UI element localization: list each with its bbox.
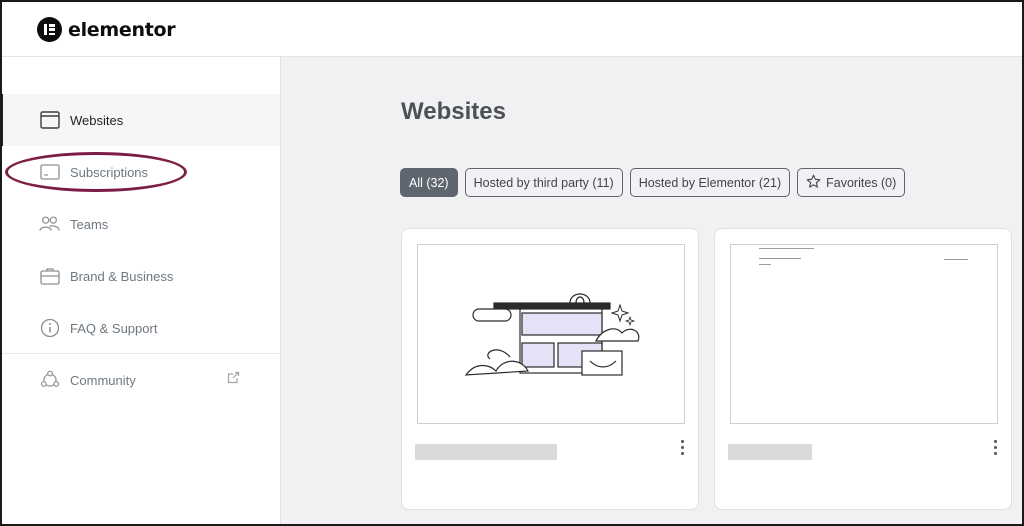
website-thumbnail[interactable] [730,244,998,424]
sidebar-item-teams[interactable]: Teams [0,198,280,250]
elementor-logo[interactable]: elementor [37,17,176,42]
website-illustration [464,293,640,376]
briefcase-icon [39,266,60,287]
sidebar-item-websites[interactable]: Websites [0,94,280,146]
filter-all[interactable]: All (32) [400,168,458,197]
info-circle-icon [39,318,60,339]
sidebar-item-label: Subscriptions [70,164,149,180]
kebab-menu-icon[interactable] [992,440,998,456]
top-bar: elementor [0,0,1024,57]
filter-hosted-elementor[interactable]: Hosted by Elementor (21) [629,168,791,197]
sidebar-item-faq-support[interactable]: FAQ & Support [0,302,280,354]
filter-label: Hosted by third party (11) [473,175,614,190]
filter-favorites[interactable]: Favorites (0) [797,168,906,197]
website-card[interactable] [401,228,699,510]
sidebar-item-brand-business[interactable]: Brand & Business [0,250,280,302]
page-title: Websites [401,98,506,125]
website-thumbnail[interactable] [417,244,685,424]
site-name-placeholder [415,444,557,460]
main-content: Websites All (32) Hosted by third party … [281,57,1024,526]
sidebar-item-label: Community [70,372,136,388]
sidebar-item-label: Websites [70,112,124,128]
sidebar-item-subscriptions[interactable]: Subscriptions [0,146,280,198]
brand-name: elementor [68,18,176,41]
sidebar: Websites Subscriptions Teams Brand & Bus… [0,57,281,526]
credit-card-icon [39,162,60,183]
people-icon [39,214,60,235]
sidebar-item-community[interactable]: Community [0,354,280,406]
elementor-logo-icon [37,17,62,42]
website-card[interactable] [714,228,1012,510]
filter-label: Hosted by Elementor (21) [638,175,782,190]
filter-label: All (32) [409,175,449,190]
filter-label: Favorites (0) [826,175,897,190]
site-name-placeholder [728,444,812,460]
community-icon [39,370,60,391]
kebab-menu-icon[interactable] [679,440,685,456]
sidebar-item-label: Teams [70,216,109,232]
sidebar-item-label: Brand & Business [70,268,174,284]
star-icon [806,174,821,192]
sidebar-item-label: FAQ & Support [70,320,158,336]
filter-hosted-third-party[interactable]: Hosted by third party (11) [464,168,623,197]
browser-window-icon [39,110,60,131]
filter-chips: All (32) Hosted by third party (11) Host… [400,168,906,197]
external-link-icon [227,371,240,387]
